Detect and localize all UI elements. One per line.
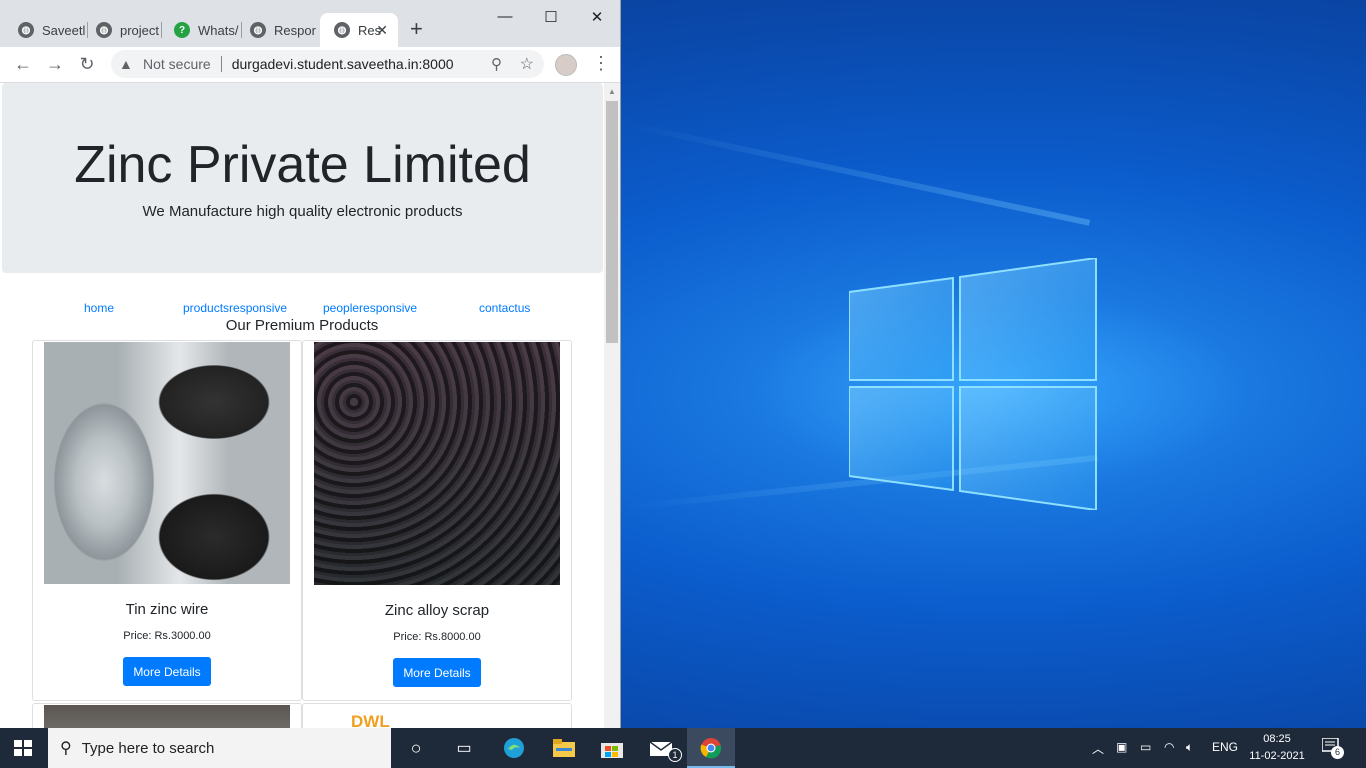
battery-icon[interactable]: ▭ [1140, 740, 1151, 754]
globe-icon: ◍ [334, 22, 350, 38]
back-arrow-icon[interactable]: ← [12, 54, 34, 75]
browser-window: ◍ Saveetl ◍ project ? Whats/ ◍ Respor ◍ … [0, 0, 621, 728]
nav-link-contact[interactable]: contactus [479, 301, 530, 315]
scroll-up-arrow-icon[interactable]: ▲ [608, 87, 616, 96]
more-details-button[interactable]: More Details [393, 658, 481, 687]
meet-now-icon[interactable]: ▣ [1116, 740, 1127, 754]
globe-icon: ◍ [250, 22, 266, 38]
notification-count-badge: 6 [1331, 746, 1344, 759]
more-details-button[interactable]: More Details [123, 657, 211, 686]
product-card: DWL [302, 703, 572, 728]
address-bar[interactable]: ▲ Not secure durgadevi.student.saveetha.… [111, 50, 544, 78]
tagline: We Manufacture high quality electronic p… [142, 203, 463, 220]
globe-icon: ◍ [18, 22, 34, 38]
security-label[interactable]: Not secure [143, 56, 211, 72]
windows-start-icon[interactable] [14, 740, 32, 756]
chrome-icon [700, 738, 722, 759]
zoom-magnifier-icon[interactable]: ⚲ [491, 55, 502, 73]
tab-project[interactable]: ◍ project [82, 13, 162, 47]
section-title: Our Premium Products [225, 317, 379, 334]
tab-active-response[interactable]: ◍ Res ✕ [320, 13, 398, 47]
page-scrollbar[interactable]: ▲ [604, 83, 620, 728]
product-card: Zinc alloy scrap Price: Rs.8000.00 More … [302, 340, 572, 701]
warning-triangle-icon[interactable]: ▲ [119, 56, 135, 72]
taskbar: ⚲ Type here to search ○ ▭ 1 ︿ ▣ ▭ ◠ 🔈︎ E… [0, 728, 1366, 768]
tab-label: Saveetl [42, 22, 86, 38]
maximize-button[interactable]: ☐ [528, 8, 574, 26]
tab-strip: ◍ Saveetl ◍ project ? Whats/ ◍ Respor ◍ … [0, 0, 620, 47]
clock-time: 08:25 [1263, 733, 1291, 745]
product-price: Price: Rs.8000.00 [393, 631, 481, 643]
browser-toolbar: ← → ↻ ▲ Not secure durgadevi.student.sav… [0, 47, 620, 83]
product-card: Tin zinc wire Price: Rs.3000.00 More Det… [32, 340, 302, 701]
product-title: Tin zinc wire [125, 601, 209, 618]
file-explorer-icon[interactable] [552, 736, 576, 760]
tab-response[interactable]: ◍ Respor [236, 13, 318, 47]
mail-badge: 1 [668, 748, 682, 762]
product-image-wire [44, 342, 290, 584]
whatsapp-icon: ? [174, 22, 190, 38]
product-title: Zinc alloy scrap [384, 602, 490, 619]
profile-avatar[interactable] [555, 54, 577, 76]
chrome-taskbar-button[interactable] [687, 728, 735, 768]
notification-center-icon[interactable]: 6 [1321, 737, 1344, 759]
forward-arrow-icon[interactable]: → [44, 54, 66, 75]
close-tab-icon[interactable]: ✕ [376, 22, 388, 39]
nav-link-home[interactable]: home [84, 301, 114, 315]
product-image-scrap [314, 342, 560, 585]
minimize-button[interactable]: — [482, 8, 528, 25]
scrollbar-thumb[interactable] [606, 101, 618, 343]
search-placeholder: Type here to search [81, 739, 215, 757]
edge-icon[interactable] [502, 736, 526, 760]
close-window-button[interactable]: ✕ [574, 8, 620, 26]
tab-whatsapp[interactable]: ? Whats/ [160, 13, 242, 47]
nav-link-products[interactable]: productsresponsive [183, 301, 287, 315]
partial-logo-text: DWL [351, 712, 390, 728]
tab-label: project [120, 22, 160, 38]
wifi-icon[interactable]: ◠ [1164, 740, 1174, 754]
product-card [32, 703, 302, 728]
new-tab-button[interactable]: + [410, 18, 423, 40]
language-indicator[interactable]: ENG [1212, 740, 1238, 754]
jumbotron: Zinc Private Limited We Manufacture high… [2, 83, 603, 273]
page-viewport: Zinc Private Limited We Manufacture high… [0, 83, 604, 728]
product-price: Price: Rs.3000.00 [123, 630, 211, 642]
taskbar-search[interactable]: ⚲ Type here to search [48, 728, 391, 768]
tab-saveetha[interactable]: ◍ Saveetl [4, 13, 88, 47]
windows-logo [849, 258, 1097, 510]
page-title: Zinc Private Limited [74, 136, 531, 194]
divider [220, 56, 222, 72]
store-icon[interactable] [600, 736, 624, 760]
product-image [44, 705, 290, 728]
bookmark-star-icon[interactable]: ☆ [520, 54, 534, 74]
cortana-icon[interactable]: ○ [404, 736, 428, 760]
volume-icon[interactable]: 🔈︎ [1186, 740, 1193, 755]
tab-label: Respor [274, 22, 316, 38]
globe-icon: ◍ [96, 22, 112, 38]
menu-kebab-icon[interactable]: ⋮ [592, 53, 610, 74]
task-view-icon[interactable]: ▭ [452, 736, 476, 760]
light-beam [619, 120, 1091, 226]
url-text[interactable]: durgadevi.student.saveetha.in:8000 [232, 56, 454, 72]
nav-link-people[interactable]: peopleresponsive [323, 301, 417, 315]
clock-date: 11-02-2021 [1249, 750, 1305, 762]
reload-icon[interactable]: ↻ [76, 54, 98, 75]
system-clock[interactable]: 08:25 11-02-2021 [1244, 731, 1310, 765]
show-hidden-icons-chevron-icon[interactable]: ︿ [1092, 740, 1104, 757]
tab-label: Whats/ [198, 22, 239, 38]
search-icon: ⚲ [60, 740, 72, 757]
